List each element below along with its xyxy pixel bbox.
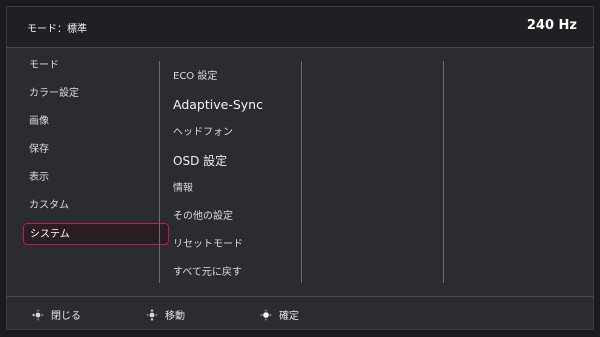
osd-menu: モード：標準 240 Hz モード カラー設定 画像 保存 表示 カスタム シス…: [6, 6, 594, 330]
close-label: 閉じる: [51, 311, 81, 322]
submenu-item-osd-settings[interactable]: OSD 設定: [173, 147, 303, 175]
joystick-updown-icon: [146, 308, 158, 321]
submenu: ECO 設定 Adaptive-Sync ヘッドフォン OSD 設定 情報 その…: [173, 63, 303, 287]
submenu-item-eco[interactable]: ECO 設定: [173, 63, 303, 91]
footer-hints: 閉じる 移動 確定: [7, 297, 593, 329]
submenu-item-headphone[interactable]: ヘッドフォン: [173, 119, 303, 147]
menu-item-custom[interactable]: カスタム: [23, 195, 169, 217]
move-hint[interactable]: 移動: [145, 307, 185, 322]
confirm-label: 確定: [279, 311, 299, 322]
menu-item-label: システム: [30, 229, 70, 240]
column-divider-3: [443, 61, 444, 283]
menu-item-label: 表示: [29, 172, 49, 183]
header-bar: モード：標準 240 Hz: [7, 7, 593, 47]
menu-item-label: モード: [29, 60, 59, 71]
menu-item-system[interactable]: システム: [23, 223, 169, 245]
refresh-rate: 240 Hz: [526, 18, 577, 33]
menu-item-label: 画像: [29, 116, 49, 127]
joystick-press-icon: [260, 308, 272, 321]
submenu-item-reset-all[interactable]: すべて元に戻す: [173, 259, 303, 287]
submenu-item-reset-mode[interactable]: リセットモード: [173, 231, 303, 259]
header-divider: [7, 47, 593, 48]
mode-title: モード：標準: [27, 24, 87, 35]
menu-item-save[interactable]: 保存: [23, 139, 169, 161]
menu-item-display[interactable]: 表示: [23, 167, 169, 189]
joystick-left-icon: [32, 308, 44, 321]
menu-item-mode[interactable]: モード: [23, 55, 169, 77]
submenu-item-other-settings[interactable]: その他の設定: [173, 203, 303, 231]
submenu-item-adaptive-sync[interactable]: Adaptive-Sync: [173, 91, 303, 119]
menu-item-image[interactable]: 画像: [23, 111, 169, 133]
menu-item-label: 保存: [29, 144, 49, 155]
column-divider-1: [159, 61, 160, 283]
column-divider-2: [301, 61, 302, 283]
menu-item-color-settings[interactable]: カラー設定: [23, 83, 169, 105]
main-menu: モード カラー設定 画像 保存 表示 カスタム システム: [23, 55, 169, 251]
menu-item-label: カスタム: [29, 200, 69, 211]
menu-item-label: カラー設定: [29, 88, 79, 99]
confirm-hint[interactable]: 確定: [259, 307, 299, 322]
move-label: 移動: [165, 311, 185, 322]
submenu-item-info[interactable]: 情報: [173, 175, 303, 203]
close-hint[interactable]: 閉じる: [31, 307, 81, 322]
